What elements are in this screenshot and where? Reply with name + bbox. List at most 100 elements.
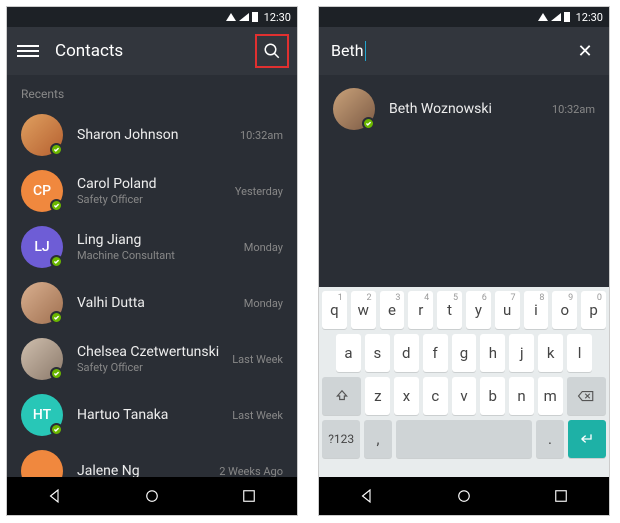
key-s[interactable]: s: [365, 334, 390, 372]
keyboard: q1w2e3r4t5y6u7i8o9p0 asdfghjkl zxcvbnm ?…: [319, 287, 609, 477]
shift-key[interactable]: [322, 377, 361, 415]
key-r[interactable]: r4: [408, 291, 433, 329]
list-item[interactable]: CP Carol PolandSafety Officer Yesterday: [7, 163, 297, 219]
app-bar: Contacts: [7, 27, 297, 75]
list-item[interactable]: Chelsea CzetwertunskiSafety Officer Last …: [7, 331, 297, 387]
network-icon: [239, 13, 249, 21]
avatar: [21, 338, 63, 380]
android-nav-bar: [319, 477, 609, 515]
key-h[interactable]: h: [480, 334, 505, 372]
key-j[interactable]: j: [509, 334, 534, 372]
home-button[interactable]: [455, 487, 473, 505]
contact-time: Last Week: [232, 409, 283, 422]
space-key[interactable]: [396, 420, 533, 458]
recent-apps-button[interactable]: [552, 487, 570, 505]
key-e[interactable]: e3: [380, 291, 405, 329]
key-f[interactable]: f: [423, 334, 448, 372]
period-key[interactable]: .: [536, 420, 563, 458]
search-icon: [263, 42, 281, 60]
back-button[interactable]: [358, 487, 376, 505]
presence-badge: [50, 423, 63, 436]
text-cursor: [365, 41, 366, 61]
key-l[interactable]: l: [567, 334, 592, 372]
key-d[interactable]: d: [394, 334, 419, 372]
contact-name: Valhi Dutta: [77, 295, 238, 311]
enter-key[interactable]: [568, 420, 606, 458]
key-n[interactable]: n: [509, 377, 534, 415]
contact-time: 10:32am: [240, 129, 283, 142]
avatar: CP: [21, 170, 63, 212]
recent-apps-button[interactable]: [240, 487, 258, 505]
key-a[interactable]: a: [336, 334, 361, 372]
contact-list[interactable]: Recents Sharon Johnson10:32am CP Carol Pol…: [7, 75, 297, 477]
phone-contacts: 12:30 Contacts Recents Sharon Johnson10:…: [6, 6, 298, 516]
status-bar: 12:30: [7, 7, 297, 27]
list-item[interactable]: Jalene Ng2 Weeks Ago: [7, 443, 297, 477]
search-bar: Beth ✕: [319, 27, 609, 75]
search-results[interactable]: Beth Woznowski 10:32am: [319, 75, 609, 287]
key-k[interactable]: k: [538, 334, 563, 372]
back-button[interactable]: [46, 487, 64, 505]
home-button[interactable]: [143, 487, 161, 505]
contact-name: Jalene Ng: [77, 463, 213, 477]
phone-search: 12:30 Beth ✕ Beth Woznowski 10:32am q1w2…: [318, 6, 610, 516]
list-item[interactable]: LJ Ling JiangMachine Consultant Monday: [7, 219, 297, 275]
section-header: Recents: [7, 75, 297, 107]
contact-time: Yesterday: [235, 185, 283, 198]
key-t[interactable]: t5: [437, 291, 462, 329]
key-u[interactable]: u7: [495, 291, 520, 329]
presence-badge: [50, 311, 63, 324]
symbols-key[interactable]: ?123: [322, 420, 360, 458]
key-i[interactable]: i8: [524, 291, 549, 329]
key-p[interactable]: p0: [581, 291, 606, 329]
search-input[interactable]: Beth: [331, 41, 366, 62]
contact-subtitle: Safety Officer: [77, 193, 229, 206]
key-y[interactable]: y6: [466, 291, 491, 329]
comma-key[interactable]: ,: [364, 420, 391, 458]
status-time: 12:30: [576, 11, 603, 24]
android-nav-bar: [7, 477, 297, 515]
key-c[interactable]: c: [423, 377, 448, 415]
menu-icon[interactable]: [17, 45, 39, 57]
battery-icon: [252, 12, 258, 22]
key-v[interactable]: v: [452, 377, 477, 415]
search-button[interactable]: [255, 34, 289, 68]
list-item[interactable]: Valhi Dutta Monday: [7, 275, 297, 331]
presence-badge: [362, 117, 375, 130]
list-item[interactable]: Sharon Johnson10:32am: [7, 107, 297, 163]
contact-name: Beth Woznowski: [389, 101, 546, 117]
contact-name: Hartuo Tanaka: [77, 407, 226, 423]
key-b[interactable]: b: [480, 377, 505, 415]
key-g[interactable]: g: [452, 334, 477, 372]
avatar: [21, 450, 63, 477]
key-q[interactable]: q1: [322, 291, 347, 329]
signal-icon: [538, 13, 548, 21]
avatar: [21, 282, 63, 324]
key-o[interactable]: o9: [552, 291, 577, 329]
contact-subtitle: Safety Officer: [77, 361, 226, 374]
contact-time: Monday: [244, 297, 283, 310]
backspace-key[interactable]: [567, 377, 606, 415]
presence-badge: [50, 367, 63, 380]
contact-time: 10:32am: [552, 103, 595, 116]
avatar: LJ: [21, 226, 63, 268]
contact-name: Carol Poland: [77, 176, 229, 192]
contact-subtitle: Machine Consultant: [77, 249, 238, 262]
key-w[interactable]: w2: [351, 291, 376, 329]
signal-icon: [226, 13, 236, 21]
list-item[interactable]: HTHartuo TanakaLast Week: [7, 387, 297, 443]
key-z[interactable]: z: [365, 377, 390, 415]
contact-time: Monday: [244, 241, 283, 254]
contact-name: Ling Jiang: [77, 232, 238, 248]
status-bar: 12:30: [319, 7, 609, 27]
status-time: 12:30: [264, 11, 291, 24]
page-title: Contacts: [55, 41, 255, 61]
close-icon[interactable]: ✕: [573, 41, 597, 62]
contact-time: Last Week: [232, 353, 283, 366]
key-x[interactable]: x: [394, 377, 419, 415]
contact-name: Chelsea Czetwertunski: [77, 344, 226, 360]
list-item[interactable]: Beth Woznowski 10:32am: [319, 81, 609, 137]
key-m[interactable]: m: [538, 377, 563, 415]
network-icon: [551, 13, 561, 21]
avatar: [333, 88, 375, 130]
